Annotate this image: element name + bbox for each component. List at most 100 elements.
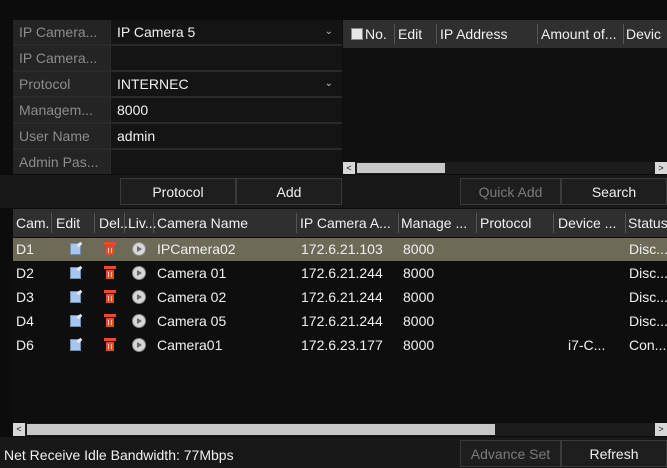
camera-name-cell: Camera 01: [157, 265, 227, 281]
table-row[interactable]: D3 Camera 02 172.6.21.244 8000 Disc...: [13, 286, 667, 309]
ip-address-cell: 172.6.21.244: [301, 265, 383, 281]
column-header[interactable]: Device ...: [558, 209, 624, 237]
table-row[interactable]: D4 Camera 05 172.6.21.244 8000 Disc...: [13, 310, 667, 333]
port-cell: 8000: [403, 313, 435, 329]
ip-address-cell: 172.6.21.103: [301, 241, 383, 257]
form-label: Admin Pas...: [13, 150, 110, 174]
ip-camera-no-select[interactable]: IP Camera 5 ⌄: [111, 20, 342, 44]
cam-no-cell: D2: [16, 265, 34, 281]
ip-address-cell: 172.6.21.244: [301, 313, 383, 329]
status-cell: Disc...: [629, 241, 667, 257]
table-row[interactable]: D6 Camera01 172.6.23.177 8000 i7-C... Co…: [13, 334, 667, 357]
add-button[interactable]: Add: [236, 178, 342, 205]
live-view-icon[interactable]: [132, 290, 146, 304]
protocol-select[interactable]: INTERNEC ⌄: [111, 72, 342, 96]
port-cell: 8000: [403, 289, 435, 305]
cam-no-cell: D1: [16, 241, 34, 257]
search-result-list: No. Edit IP Address Amount of... Devic <…: [343, 20, 667, 174]
status-cell: Disc...: [629, 289, 667, 305]
column-header[interactable]: IP Camera A...: [300, 209, 396, 237]
search-list-header: No. Edit IP Address Amount of... Devic: [343, 20, 667, 48]
column-header[interactable]: Camera Name: [157, 209, 248, 237]
camera-name-cell: Camera 02: [157, 289, 227, 305]
form-row-ip-camera-address: IP Camera...: [13, 46, 342, 71]
scroll-right-icon[interactable]: >: [655, 423, 667, 436]
edit-icon[interactable]: [70, 339, 81, 351]
camera-table-header: Cam... Edit Del... Liv... Camera Name IP…: [13, 209, 667, 237]
chevron-down-icon: ⌄: [324, 26, 333, 37]
column-header[interactable]: No.: [365, 20, 387, 48]
ip-camera-address-field[interactable]: [111, 46, 342, 70]
delete-icon[interactable]: [104, 266, 116, 279]
column-header[interactable]: Devic: [626, 20, 661, 48]
ip-address-cell: 172.6.23.177: [301, 337, 383, 353]
bandwidth-status: Net Receive Idle Bandwidth: 77Mbps: [4, 447, 234, 463]
form-row-admin-password: Admin Pas...: [13, 150, 342, 175]
refresh-button[interactable]: Refresh: [561, 440, 667, 467]
column-header[interactable]: Edit: [398, 20, 422, 48]
delete-icon[interactable]: [104, 314, 116, 327]
edit-icon[interactable]: [70, 267, 81, 279]
table-row[interactable]: D2 Camera 01 172.6.21.244 8000 Disc...: [13, 262, 667, 285]
scroll-left-icon[interactable]: <: [343, 162, 355, 174]
management-port-field[interactable]: 8000: [111, 98, 342, 122]
camera-name-cell: Camera01: [157, 337, 223, 353]
live-view-icon[interactable]: [132, 314, 146, 328]
search-button[interactable]: Search: [561, 178, 667, 205]
live-view-icon[interactable]: [132, 338, 146, 352]
form-row-user-name: User Name admin: [13, 124, 342, 149]
status-cell: Con...: [629, 337, 667, 353]
scrollbar-thumb[interactable]: [27, 424, 495, 435]
quick-add-button[interactable]: Quick Add: [460, 178, 561, 205]
live-view-icon[interactable]: [132, 242, 146, 256]
column-header[interactable]: Del...: [99, 209, 132, 237]
select-all-checkbox[interactable]: [351, 28, 363, 40]
scrollbar-thumb[interactable]: [357, 163, 445, 173]
camera-name-cell: Camera 05: [157, 313, 227, 329]
live-view-icon[interactable]: [132, 266, 146, 280]
cam-no-cell: D3: [16, 289, 34, 305]
port-cell: 8000: [403, 265, 435, 281]
scroll-left-icon[interactable]: <: [13, 423, 25, 436]
protocol-button[interactable]: Protocol: [120, 178, 236, 205]
form-row-management-port: Managem... 8000: [13, 98, 342, 123]
column-header[interactable]: Status: [628, 209, 667, 237]
scroll-right-icon[interactable]: >: [655, 162, 667, 174]
admin-password-field[interactable]: [111, 150, 342, 174]
status-cell: Disc...: [629, 313, 667, 329]
search-list-scrollbar[interactable]: < >: [343, 162, 667, 174]
chevron-down-icon: ⌄: [324, 78, 333, 89]
column-header[interactable]: Amount of...: [541, 20, 616, 48]
camera-name-cell: IPCamera02: [157, 241, 236, 257]
port-cell: 8000: [403, 337, 435, 353]
form-row-ip-camera-no: IP Camera... IP Camera 5 ⌄: [13, 20, 342, 45]
ip-address-cell: 172.6.21.244: [301, 289, 383, 305]
camera-table-scrollbar[interactable]: < >: [13, 423, 667, 436]
form-label: IP Camera...: [13, 46, 110, 70]
delete-icon[interactable]: [104, 242, 116, 255]
status-cell: Disc...: [629, 265, 667, 281]
protocol-value: INTERNEC: [117, 76, 189, 92]
column-header[interactable]: Manage ...: [401, 209, 473, 237]
port-cell: 8000: [403, 241, 435, 257]
column-header[interactable]: Cam...: [16, 209, 50, 237]
column-header[interactable]: IP Address: [440, 20, 507, 48]
advance-set-button[interactable]: Advance Set: [460, 440, 561, 467]
column-header[interactable]: Protocol: [480, 209, 531, 237]
edit-icon[interactable]: [70, 243, 81, 255]
edit-icon[interactable]: [70, 315, 81, 327]
ip-camera-no-value: IP Camera 5: [117, 24, 196, 40]
device-cell: i7-C...: [568, 337, 606, 353]
user-name-field[interactable]: admin: [111, 124, 342, 148]
form-label: Managem...: [13, 98, 110, 122]
delete-icon[interactable]: [104, 338, 116, 351]
add-camera-form: IP Camera... IP Camera 5 ⌄ IP Camera... …: [13, 20, 342, 174]
form-row-protocol: Protocol INTERNEC ⌄: [13, 72, 342, 97]
edit-icon[interactable]: [70, 291, 81, 303]
form-label: User Name: [13, 124, 110, 148]
cam-no-cell: D6: [16, 337, 34, 353]
cam-no-cell: D4: [16, 313, 34, 329]
delete-icon[interactable]: [104, 290, 116, 303]
column-header[interactable]: Edit: [56, 209, 80, 237]
table-row[interactable]: D1 IPCamera02 172.6.21.103 8000 Disc...: [13, 238, 667, 261]
